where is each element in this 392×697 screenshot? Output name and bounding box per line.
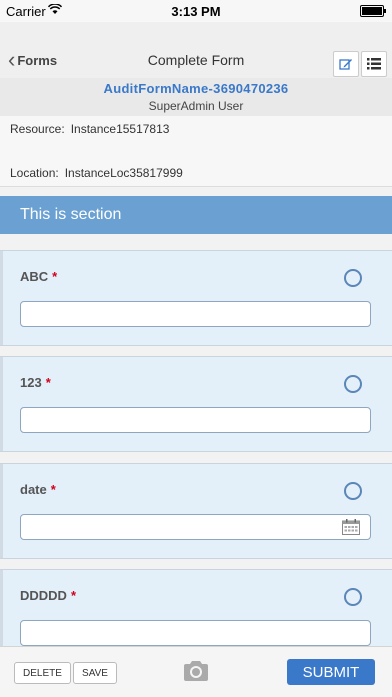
question-label-text: 123 [20,375,42,390]
edit-icon [339,59,352,70]
question-card: date * [0,463,392,559]
date-input[interactable] [20,514,371,540]
section-header: This is section [0,196,392,234]
form-name: AuditFormName-3690470236 [103,81,289,96]
question-radio[interactable] [344,375,362,393]
question-input[interactable] [20,407,371,433]
submit-button[interactable]: SUBMIT [287,659,375,685]
resource-label: Resource: [10,122,65,136]
question-label-text: ABC [20,269,49,284]
status-time: 3:13 PM [171,4,221,19]
question-card: ABC * [0,250,392,346]
location-line: Location: InstanceLoc35817999 [10,166,183,180]
calendar-icon[interactable] [342,519,360,535]
question-label: date * [20,482,56,497]
list-button[interactable] [361,51,387,77]
question-radio[interactable] [344,482,362,500]
required-marker: * [52,269,58,284]
status-bar: Carrier 3:13 PM [0,0,392,22]
question-label: ABC * [20,269,57,284]
question-radio[interactable] [344,269,362,287]
section-title: This is section [20,206,122,223]
form-info: Resource: Instance15517813 Location: Insta… [0,116,392,187]
camera-icon[interactable] [182,659,210,683]
edit-button[interactable] [333,51,359,77]
question-radio[interactable] [344,588,362,606]
question-card: 123 * [0,356,392,452]
resource-value: Instance15517813 [70,122,170,136]
form-header: AuditFormName-3690470236 SuperAdmin User [0,78,392,117]
battery-icon [360,5,386,17]
save-button[interactable]: SAVE [73,662,117,684]
form-user: SuperAdmin User [148,99,244,113]
location-label: Location: [10,166,59,180]
question-label-text: DDDDD [20,588,67,603]
required-marker: * [50,482,56,497]
question-input[interactable] [20,301,371,327]
required-marker: * [45,375,51,390]
delete-button[interactable]: DELETE [14,662,71,684]
list-icon [367,58,381,70]
bottom-toolbar: DELETE SAVE SUBMIT [0,646,392,697]
location-value: InstanceLoc35817999 [64,166,183,180]
question-label: DDDDD * [20,588,76,603]
question-label-text: date [20,482,47,497]
question-label: 123 * [20,375,51,390]
question-input[interactable] [20,620,371,646]
resource-line: Resource: Instance15517813 [10,122,169,136]
required-marker: * [70,588,77,603]
